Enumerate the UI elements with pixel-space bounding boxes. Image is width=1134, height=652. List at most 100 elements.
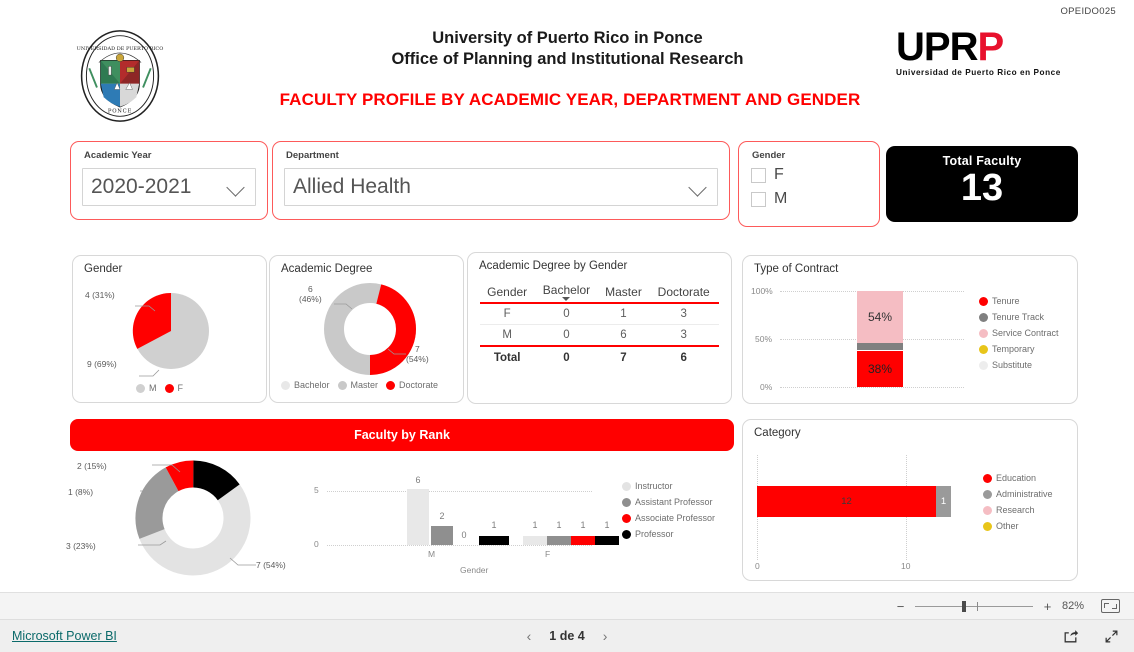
legend-item-service-contract[interactable]: Service Contract <box>979 328 1059 338</box>
bar-value-f-professor: 1 <box>604 520 610 530</box>
cell-total-master: 7 <box>598 345 649 368</box>
gender-chart-panel: Gender 4 (31%) 9 (69%) M F <box>72 255 267 403</box>
bar-f-assistant-professor[interactable] <box>547 535 571 545</box>
table-header-row: Gender Bachelor Master Doctorate <box>480 281 719 304</box>
academic-year-slicer[interactable]: Academic Year 2020-2021 <box>70 141 268 220</box>
department-slicer[interactable]: Department Allied Health <box>272 141 730 220</box>
zoom-slider[interactable] <box>915 600 1033 612</box>
legend-item-bachelor[interactable]: Bachelor <box>281 380 330 390</box>
contract-ytick-100: 100% <box>751 286 773 296</box>
column-header-gender[interactable]: Gender <box>480 281 535 304</box>
zoom-toolbar: − + 82% <box>0 592 1134 619</box>
legend-item-substitute[interactable]: Substitute <box>979 360 1059 370</box>
legend-item-assistant-professor[interactable]: Assistant Professor <box>622 497 715 507</box>
legend-label-doctorate: Doctorate <box>399 380 439 390</box>
legend-item-associate-professor[interactable]: Associate Professor <box>622 513 715 523</box>
faculty-by-rank-donut-chart[interactable]: 2 (15%) 1 (8%) 3 (23%) 7 (54%) <box>66 455 310 585</box>
chevron-right-icon[interactable]: › <box>603 628 608 644</box>
legend-item-temporary[interactable]: Temporary <box>979 344 1059 354</box>
type-of-contract-panel: Type of Contract 100% 50% 0% 54% 38% Ten… <box>742 255 1078 404</box>
legend-item-research[interactable]: Research <box>983 505 1053 515</box>
table-row[interactable]: M 0 6 3 <box>480 325 719 347</box>
institution-line-2: Office of Planning and Institutional Res… <box>391 50 744 68</box>
fit-to-page-icon[interactable] <box>1101 599 1120 613</box>
checkbox-m-icon[interactable] <box>751 191 766 207</box>
power-bi-link[interactable]: Microsoft Power BI <box>12 629 117 643</box>
cell-m-bachelor: 0 <box>563 329 570 341</box>
legend-item-tenure[interactable]: Tenure <box>979 296 1059 306</box>
legend-dot-master-icon <box>337 380 347 390</box>
department-value: Allied Health <box>293 175 411 198</box>
checkbox-f-icon[interactable] <box>751 167 766 183</box>
institution-header: University of Puerto Rico in Ponce Offic… <box>255 28 880 70</box>
contract-stacked-bar[interactable]: 54% 38% <box>857 291 903 387</box>
legend-dot-instructor-icon <box>622 481 631 491</box>
zoom-out-button[interactable]: − <box>895 599 906 614</box>
category-segment-administrative[interactable]: 1 <box>936 486 951 517</box>
column-header-bachelor[interactable]: Bachelor <box>534 281 599 304</box>
bar-f-instructor[interactable] <box>523 535 547 545</box>
bar-f-associate-professor[interactable] <box>571 535 595 545</box>
contract-segment-service-contract[interactable]: 54% <box>857 291 903 343</box>
footer-actions <box>1062 628 1120 645</box>
legend-dot-assistant-professor-icon <box>622 497 631 507</box>
chevron-down-icon[interactable] <box>227 177 247 197</box>
legend-item-master[interactable]: Master <box>337 380 378 390</box>
legend-item-administrative[interactable]: Administrative <box>983 489 1053 499</box>
document-code: OPEIDO025 <box>1060 6 1116 17</box>
legend-item-f[interactable]: F <box>164 383 184 393</box>
gender-slicer[interactable]: Gender F M <box>738 141 880 227</box>
degree-by-gender-panel: Academic Degree by Gender Gender Bachelo… <box>467 252 732 404</box>
bar-m-professor[interactable] <box>479 535 509 545</box>
legend-item-other[interactable]: Other <box>983 521 1053 531</box>
academic-year-dropdown[interactable]: 2020-2021 <box>82 168 256 206</box>
faculty-by-rank-column-chart[interactable]: 0 5 6 2 0 1 1 1 1 1 M F Gender <box>305 455 619 585</box>
svg-text:PONCE: PONCE <box>108 108 132 114</box>
fullscreen-icon[interactable] <box>1103 628 1120 645</box>
legend-item-education[interactable]: Education <box>983 473 1053 483</box>
uprp-logo: UPRP Universidad de Puerto Rico en Ponce <box>896 25 1082 86</box>
rank-gridline-0 <box>327 545 592 546</box>
share-icon[interactable] <box>1062 628 1079 645</box>
legend-dot-bachelor-icon <box>281 380 290 390</box>
contract-segment-tenure-track[interactable] <box>857 342 903 351</box>
contract-segment-tenure[interactable]: 38% <box>857 350 903 387</box>
legend-item-professor[interactable]: Professor <box>622 529 715 539</box>
bar-value-f-assistant-professor: 1 <box>556 520 562 530</box>
column-header-master[interactable]: Master <box>598 281 649 304</box>
bar-m-assistant-professor[interactable] <box>431 526 453 545</box>
gender-option-f[interactable]: F <box>751 166 784 184</box>
category-xtick-0: 0 <box>755 561 760 571</box>
bar-value-f-instructor: 1 <box>532 520 538 530</box>
legend-label-other: Other <box>996 521 1019 531</box>
department-dropdown[interactable]: Allied Health <box>284 168 718 206</box>
degree-donut-label-doctorate: 6 (46%) <box>299 284 322 304</box>
rank-xtick-f: F <box>545 549 551 559</box>
chevron-left-icon[interactable]: ‹ <box>527 628 532 644</box>
bar-f-professor[interactable] <box>595 535 619 545</box>
legend-item-tenure-track[interactable]: Tenure Track <box>979 312 1059 322</box>
legend-item-m[interactable]: M <box>136 383 157 393</box>
cell-gender-f: F <box>480 303 535 325</box>
legend-dot-education-icon <box>983 473 992 483</box>
degree-by-gender-table[interactable]: Gender Bachelor Master Doctorate F 0 1 3… <box>480 281 719 368</box>
uprp-logo-red-text: P <box>977 25 1004 69</box>
zoom-in-button[interactable]: + <box>1042 599 1053 614</box>
zoom-slider-thumb[interactable] <box>962 600 966 612</box>
bar-m-instructor[interactable] <box>407 489 429 545</box>
bar-value-m-assistant-professor: 2 <box>439 511 445 521</box>
legend-dot-doctorate-icon <box>386 380 396 390</box>
table-row[interactable]: F 0 1 3 <box>480 303 719 325</box>
column-header-bachelor-label: Bachelor <box>542 283 591 297</box>
category-segment-education[interactable]: 12 <box>757 486 936 517</box>
gender-option-m[interactable]: M <box>751 190 787 208</box>
cell-total-doctorate: 6 <box>648 345 719 368</box>
column-header-doctorate[interactable]: Doctorate <box>648 281 719 304</box>
legend-item-doctorate[interactable]: Doctorate <box>386 380 438 390</box>
chevron-down-icon[interactable] <box>689 177 709 197</box>
gridline-0 <box>780 387 964 388</box>
legend-item-instructor[interactable]: Instructor <box>622 481 715 491</box>
gender-pie-label-m: 9 (69%) <box>87 359 117 369</box>
legend-label-f: F <box>177 383 184 393</box>
gender-pie-legend: M F <box>136 383 183 393</box>
